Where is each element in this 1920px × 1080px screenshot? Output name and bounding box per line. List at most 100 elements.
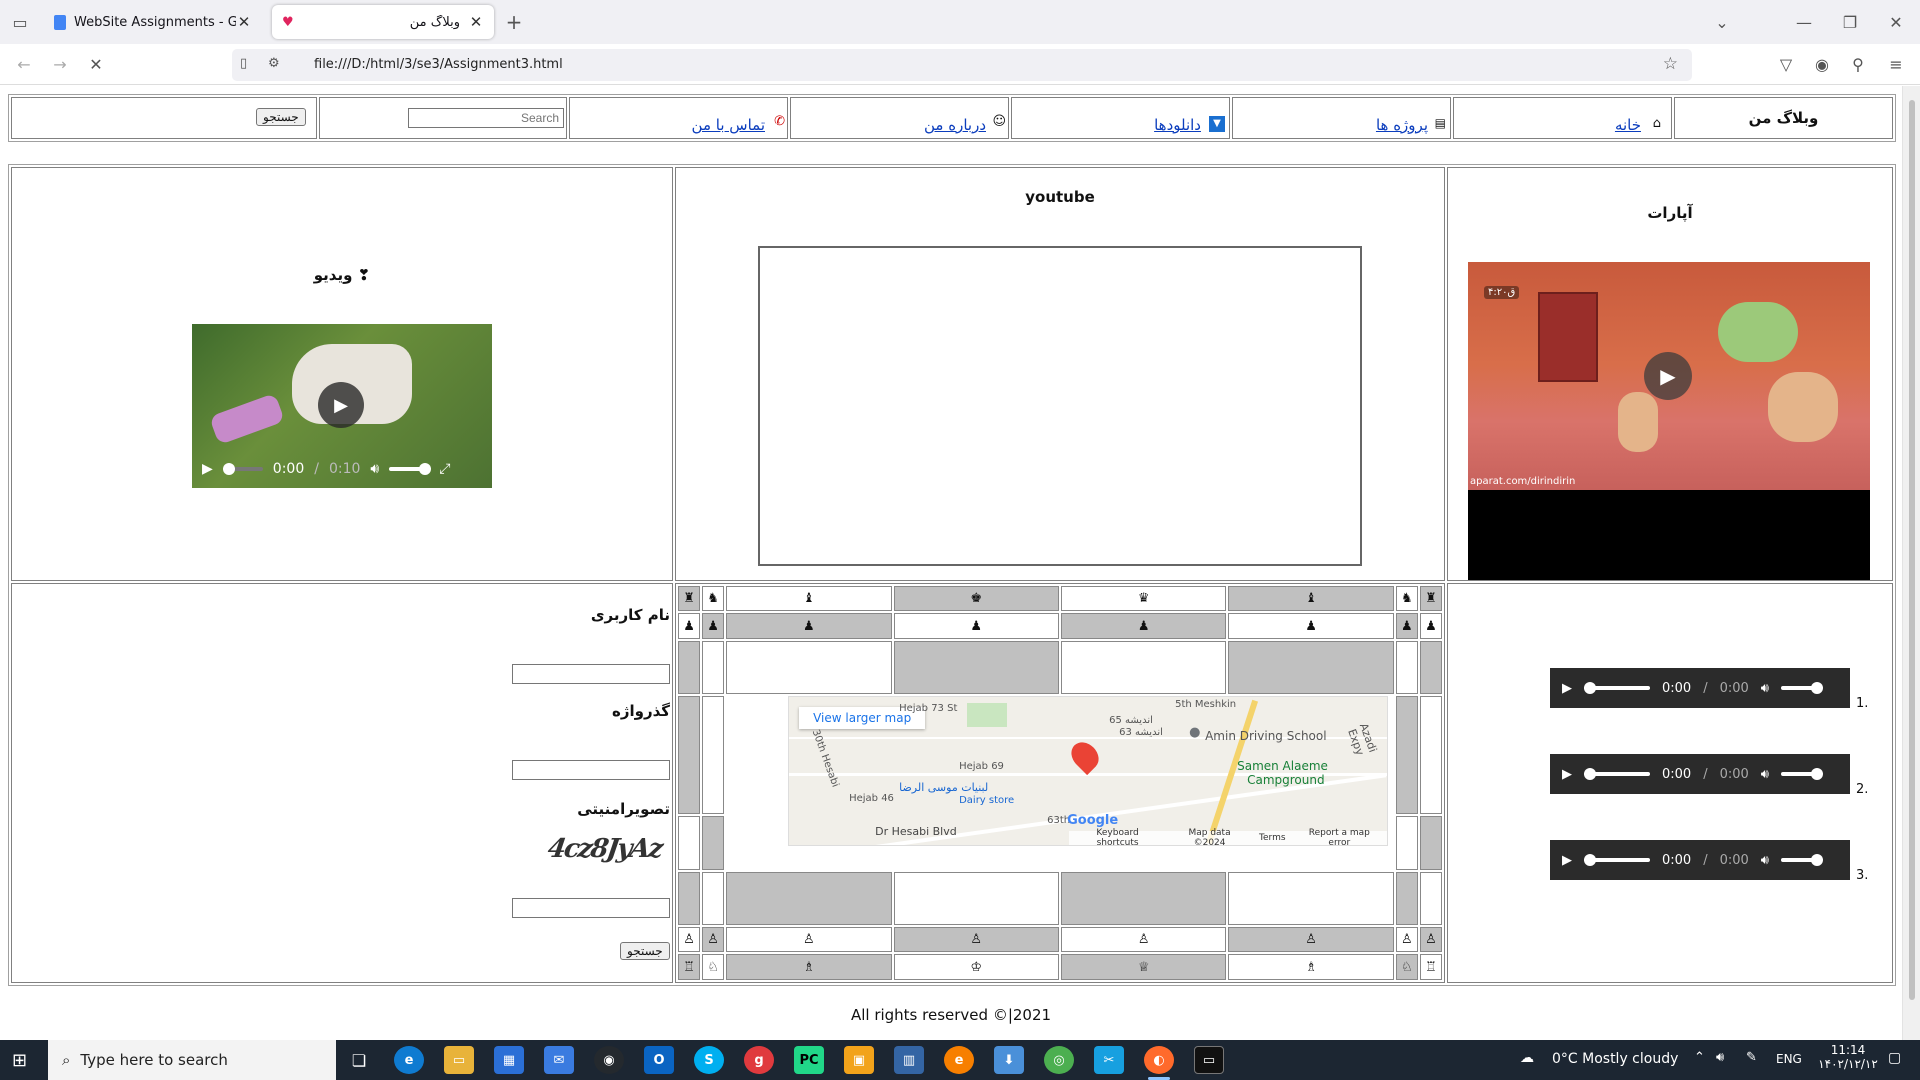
close-tab-icon[interactable]: ✕: [468, 13, 484, 31]
fullscreen-icon[interactable]: ⤢: [439, 461, 450, 477]
chevron-down-icon[interactable]: ⌄: [1708, 8, 1736, 36]
close-tab-icon[interactable]: ✕: [236, 13, 252, 31]
audio-current-time: 0:00: [1662, 680, 1692, 696]
audio-seek-slider[interactable]: [1584, 768, 1650, 780]
nav-link-downloads[interactable]: دانلودها: [1154, 116, 1201, 134]
volume-icon[interactable]: 🔊︎: [1761, 853, 1769, 868]
chrome-icon[interactable]: ◎: [1044, 1046, 1074, 1074]
extensions-icon[interactable]: ⚲: [1844, 50, 1872, 78]
chess-piece: ♖: [678, 954, 701, 980]
google-map[interactable]: View larger map Hejab 73 St 5th Meshkin …: [788, 696, 1389, 847]
bookmark-star-icon[interactable]: ☆: [1663, 54, 1678, 74]
app-icon[interactable]: ▣: [844, 1046, 874, 1074]
volume-slider[interactable]: [1781, 854, 1823, 866]
installer-icon[interactable]: ⬇: [994, 1046, 1024, 1074]
volume-icon[interactable]: 🔊︎: [1716, 1050, 1724, 1065]
play-icon[interactable]: ▶: [1562, 853, 1572, 868]
git-icon[interactable]: g: [744, 1046, 774, 1074]
snipping-tool-icon[interactable]: ✂: [1094, 1046, 1124, 1074]
nav-link-contact[interactable]: تماس با من: [692, 116, 765, 134]
weather-cloud-icon: ☁: [1520, 1050, 1534, 1066]
url-bar[interactable]: ▯ ⚙ file:///D:/html/3/se3/Assignment3.ht…: [232, 49, 1692, 81]
nav-link-home[interactable]: خانه: [1615, 116, 1641, 134]
volume-slider[interactable]: [1781, 682, 1823, 694]
minimize-icon[interactable]: —: [1790, 8, 1818, 36]
pen-icon[interactable]: ✎: [1746, 1050, 1757, 1065]
file-explorer-icon[interactable]: ▭: [444, 1046, 474, 1074]
terminal-icon[interactable]: ▭: [1194, 1046, 1224, 1074]
volume-icon[interactable]: 🔊︎: [1761, 681, 1769, 696]
pycharm-icon[interactable]: PC: [794, 1046, 824, 1074]
youtube-iframe[interactable]: [758, 246, 1362, 566]
menu-icon[interactable]: ≡: [1882, 50, 1910, 78]
map-label: لبنیات موسی الرضا: [899, 781, 989, 795]
new-tab-icon[interactable]: +: [500, 8, 528, 36]
aparat-player[interactable]: ۴:۲۰ق aparat.com/dirindirin ▶: [1468, 262, 1870, 580]
terms-link[interactable]: Terms: [1259, 833, 1286, 843]
pocket-icon[interactable]: ▽: [1772, 50, 1800, 78]
chess-piece: ♘: [1395, 954, 1418, 980]
search-input[interactable]: [408, 108, 564, 128]
outlook-icon[interactable]: O: [644, 1046, 674, 1074]
nav-cell-search: [319, 97, 567, 139]
report-error-link[interactable]: Report a map error: [1298, 828, 1382, 845]
mail-icon[interactable]: ✉: [544, 1046, 574, 1074]
permissions-icon[interactable]: ⚙: [268, 56, 280, 71]
github-icon[interactable]: ◉: [594, 1046, 624, 1074]
windows-start-icon[interactable]: ⊞: [12, 1050, 27, 1071]
video-seek-slider[interactable]: [222, 463, 263, 475]
play-icon[interactable]: ▶: [1562, 681, 1572, 696]
captcha-input[interactable]: [512, 898, 670, 918]
forward-icon[interactable]: →: [46, 50, 74, 78]
play-icon[interactable]: ▶: [1644, 352, 1692, 400]
tab-my-blog[interactable]: ♥ وبلاگ من ✕: [272, 5, 494, 39]
language-indicator[interactable]: ENG: [1776, 1052, 1802, 1066]
close-window-icon[interactable]: ✕: [1882, 8, 1910, 36]
form-submit-button[interactable]: جستجو: [620, 942, 670, 960]
audio-player-1[interactable]: ▶ 0:00/0:00 🔊︎: [1550, 668, 1850, 708]
firefox-icon[interactable]: ◐: [1144, 1046, 1174, 1080]
stop-loading-icon[interactable]: ✕: [82, 50, 110, 78]
audio-player-2[interactable]: ▶ 0:00/0:00 🔊︎: [1550, 754, 1850, 794]
task-view-icon[interactable]: ❏: [344, 1046, 374, 1074]
restore-icon[interactable]: ❐: [1836, 8, 1864, 36]
audio-seek-slider[interactable]: [1584, 854, 1650, 866]
keyboard-shortcuts-link[interactable]: Keyboard shortcuts: [1075, 828, 1160, 845]
chess-square: [678, 816, 701, 870]
nav-link-projects[interactable]: پروژه ها: [1376, 116, 1428, 134]
scrollbar-thumb[interactable]: [1909, 100, 1915, 1000]
chess-piece: ♙: [893, 926, 1059, 953]
username-input[interactable]: [512, 664, 670, 684]
search-button[interactable]: جستجو: [256, 108, 306, 126]
eclipse-icon[interactable]: e: [944, 1046, 974, 1074]
tab-list-icon[interactable]: ▭: [6, 8, 34, 36]
map-label: Hejab 46: [849, 793, 894, 805]
weather-text[interactable]: 0°C Mostly cloudy: [1552, 1051, 1678, 1067]
volume-icon[interactable]: 🔊︎: [370, 461, 379, 477]
notifications-icon[interactable]: ▢: [1888, 1050, 1901, 1066]
page-scrollbar[interactable]: [1902, 86, 1920, 1040]
edge-icon[interactable]: e: [394, 1046, 424, 1074]
account-icon[interactable]: ◉: [1808, 50, 1836, 78]
volume-slider[interactable]: [1781, 768, 1823, 780]
nav-link-about[interactable]: درباره من: [924, 116, 986, 134]
video-player[interactable]: ▶ ▶ 0:00 / 0:10 🔊︎ ⤢: [192, 324, 492, 488]
play-icon[interactable]: ▶: [202, 461, 213, 477]
password-input[interactable]: [512, 760, 670, 780]
clock[interactable]: 11:14 ۱۴۰۲/۱۲/۱۲: [1818, 1043, 1878, 1071]
taskbar-search[interactable]: ⌕ Type here to search: [48, 1040, 336, 1080]
map-label: Dr Hesabi Blvd: [875, 825, 957, 839]
volume-icon[interactable]: 🔊︎: [1761, 767, 1769, 782]
volume-slider[interactable]: [389, 463, 432, 475]
audio-seek-slider[interactable]: [1584, 682, 1650, 694]
remote-desktop-icon[interactable]: ▥: [894, 1046, 924, 1074]
play-icon[interactable]: ▶: [318, 382, 364, 428]
tab-website-assignments[interactable]: WebSite Assignments - Google ✕: [44, 5, 262, 39]
back-icon[interactable]: ←: [10, 50, 38, 78]
play-icon[interactable]: ▶: [1562, 767, 1572, 782]
map-marker-icon[interactable]: [1066, 737, 1105, 776]
audio-player-3[interactable]: ▶ 0:00/0:00 🔊︎: [1550, 840, 1850, 880]
chevron-up-icon[interactable]: ⌃: [1694, 1050, 1705, 1065]
skype-icon[interactable]: S: [694, 1046, 724, 1074]
store-icon[interactable]: ▦: [494, 1046, 524, 1074]
